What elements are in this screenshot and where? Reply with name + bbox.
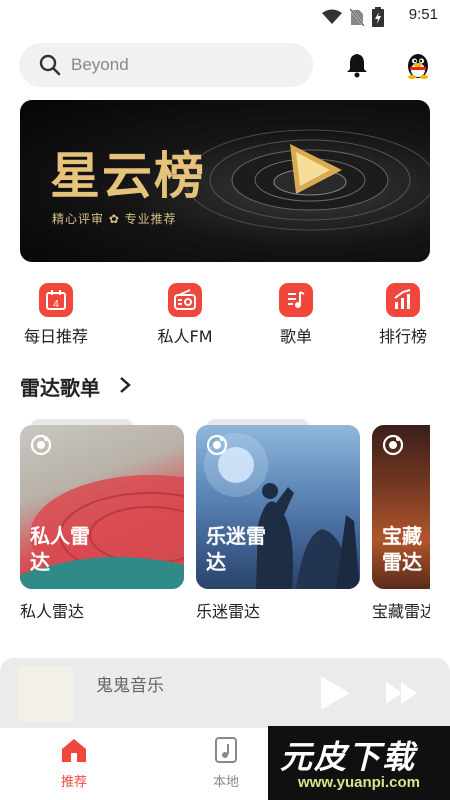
status-time: 9:51 — [408, 6, 438, 23]
penguin-avatar-icon — [408, 54, 428, 79]
quick-nav-label: 排行榜 — [378, 327, 427, 346]
banner-subtitle: 精心评审 ✿ 专业推荐 — [52, 212, 177, 226]
radar-logo-icon — [206, 434, 228, 456]
mini-player[interactable]: 鬼鬼音乐 — [0, 658, 450, 728]
quick-nav-ranking[interactable]: 排行榜 — [358, 283, 448, 347]
promo-banner[interactable]: 星云榜 精心评审 ✿ 专业推荐 — [20, 100, 430, 262]
quick-nav-daily[interactable]: 4 每日推荐 — [11, 283, 101, 347]
chevron-right-icon[interactable] — [118, 374, 132, 396]
tab-local[interactable]: 本地 — [196, 736, 256, 790]
album-art[interactable] — [18, 666, 74, 722]
avatar[interactable] — [404, 51, 432, 83]
radar-logo-icon — [30, 434, 52, 456]
quick-nav-label: 歌单 — [279, 327, 312, 346]
card-caption[interactable]: 宝藏雷达 — [372, 598, 430, 622]
card-caption[interactable]: 乐迷雷达 — [196, 598, 260, 622]
tab-label: 推荐 — [60, 775, 87, 790]
watermark: 元皮下载 www.yuanpi.com — [268, 726, 450, 800]
section-title[interactable]: 雷达歌单 — [20, 372, 100, 401]
player-track-title: 鬼鬼音乐 — [96, 676, 164, 696]
svg-text:4: 4 — [53, 299, 59, 310]
ranking-icon — [386, 283, 420, 317]
card-caption[interactable]: 私人雷达 — [20, 598, 84, 622]
playlist-card-private-radar[interactable]: 私人雷达 — [20, 425, 184, 589]
calendar-icon: 4 — [39, 283, 73, 317]
playlist-card-treasure-radar[interactable]: 宝藏雷达 — [372, 425, 430, 589]
wifi-icon — [322, 9, 342, 24]
watermark-title: 元皮下载 — [280, 738, 417, 776]
quick-nav-label: 每日推荐 — [23, 327, 88, 346]
status-icons — [322, 7, 384, 27]
bell-icon — [347, 54, 367, 78]
quick-nav-fm[interactable]: 私人FM — [140, 283, 230, 347]
card-overlay-title: 乐迷雷达 — [206, 524, 266, 574]
tab-recommend[interactable]: 推荐 — [44, 736, 104, 790]
quick-nav-playlist[interactable]: 歌单 — [251, 283, 341, 347]
quick-nav-label: 私人FM — [157, 327, 213, 346]
tab-label: 本地 — [212, 775, 239, 790]
card-overlay-title: 私人雷达 — [30, 524, 90, 574]
banner-title: 星云榜 — [50, 147, 206, 205]
play-icon[interactable] — [318, 676, 350, 710]
quick-nav: 4 每日推荐 私人FM 歌单 排行榜 — [0, 283, 450, 353]
playlist-card-fan-radar[interactable]: 乐迷雷达 — [196, 425, 360, 589]
card-overlay-title: 宝藏雷达 — [382, 524, 422, 574]
no-sim-icon — [350, 8, 364, 26]
search-icon — [39, 54, 61, 76]
notification-button[interactable] — [344, 52, 370, 82]
playlist-icon — [279, 283, 313, 317]
search-placeholder: Beyond — [71, 55, 129, 74]
status-bar: 9:51 — [0, 0, 450, 34]
battery-icon — [372, 7, 384, 27]
home-icon — [62, 739, 86, 762]
radio-icon — [168, 283, 202, 317]
search-input[interactable]: Beyond — [19, 43, 313, 87]
next-track-icon[interactable] — [384, 680, 420, 706]
radar-logo-icon — [382, 434, 404, 456]
watermark-url: www.yuanpi.com — [298, 774, 420, 791]
music-file-icon — [215, 737, 237, 763]
